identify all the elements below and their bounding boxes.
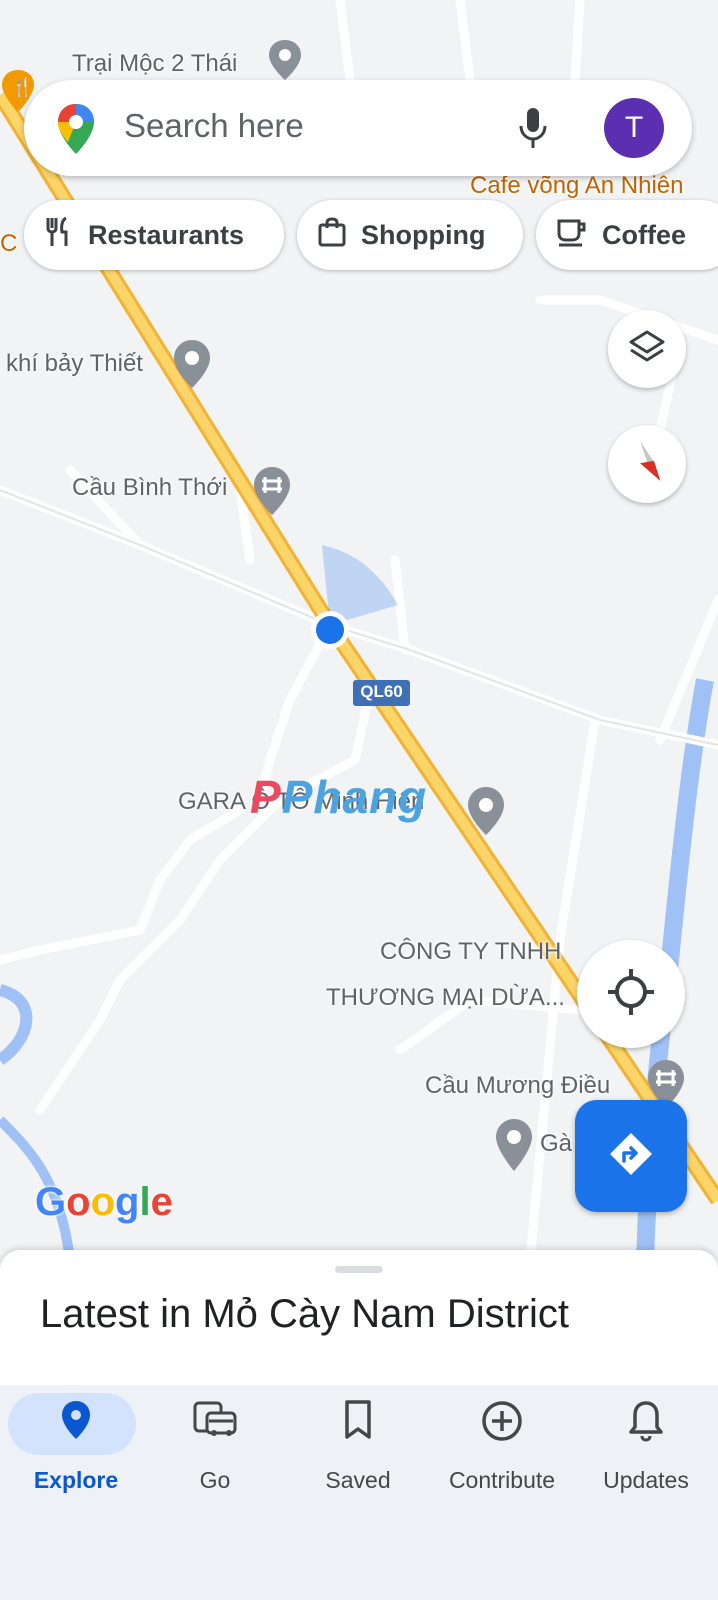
directions-button[interactable] bbox=[575, 1100, 687, 1212]
nav-go[interactable]: Go bbox=[145, 1385, 285, 1525]
nav-label: Go bbox=[199, 1467, 231, 1493]
search-bar[interactable]: Search here T bbox=[24, 80, 692, 176]
compass-icon bbox=[632, 439, 662, 490]
chip-coffee[interactable]: Coffee bbox=[536, 200, 718, 270]
nav-saved[interactable]: Saved bbox=[288, 1385, 428, 1525]
bell-icon bbox=[576, 1399, 716, 1443]
map-pin-icon[interactable] bbox=[494, 1117, 534, 1178]
chip-restaurants[interactable]: Restaurants bbox=[24, 200, 284, 270]
nav-contribute[interactable]: Contribute bbox=[432, 1385, 572, 1525]
place-label-cafe[interactable]: Cafe võng An Nhiên bbox=[470, 172, 683, 200]
shopping-bag-icon bbox=[297, 216, 361, 255]
microphone-icon[interactable] bbox=[516, 106, 550, 155]
chip-label: Coffee bbox=[602, 219, 687, 250]
avatar[interactable]: T bbox=[604, 98, 664, 158]
sheet-title: Latest in Mỏ Cày Nam District bbox=[40, 1292, 570, 1336]
compass-button[interactable] bbox=[608, 425, 686, 503]
place-label-cong-ty-line2[interactable]: THƯƠNG MẠI DỪA... bbox=[326, 984, 565, 1012]
place-label-co-khi[interactable]: khí bảy Thiết bbox=[6, 350, 143, 378]
bridge-pin-icon[interactable] bbox=[252, 465, 292, 522]
nav-updates[interactable]: Updates bbox=[576, 1385, 716, 1525]
chip-label: Shopping bbox=[361, 219, 486, 250]
search-input[interactable]: Search here bbox=[124, 107, 304, 145]
nav-label: Saved bbox=[325, 1467, 391, 1493]
place-label-trai-moc[interactable]: Trại Mộc 2 Thái bbox=[72, 50, 237, 78]
bookmark-icon bbox=[288, 1399, 428, 1441]
nav-explore[interactable]: Explore bbox=[6, 1385, 146, 1525]
commute-icon bbox=[145, 1399, 285, 1441]
map-pin-icon[interactable] bbox=[466, 785, 506, 842]
directions-icon bbox=[608, 1131, 654, 1182]
restaurant-icon bbox=[24, 216, 88, 255]
chip-shopping[interactable]: Shopping bbox=[297, 200, 523, 270]
road-shield-label: QL60 bbox=[360, 682, 403, 701]
coffee-cup-icon bbox=[536, 216, 602, 255]
nav-label: Explore bbox=[33, 1467, 119, 1493]
add-circle-icon bbox=[432, 1399, 572, 1443]
google-maps-logo-icon bbox=[56, 102, 96, 161]
place-label-cau-binh-thoi[interactable]: Cầu Bình Thới bbox=[72, 474, 227, 502]
place-label-ga[interactable]: Gà bbox=[540, 1130, 572, 1158]
google-logo: Google bbox=[35, 1180, 173, 1224]
layers-icon bbox=[628, 328, 666, 371]
place-label-left-c: C bbox=[0, 230, 18, 257]
watermark-logo: PPhang bbox=[250, 771, 428, 823]
my-location-icon bbox=[606, 967, 656, 1022]
nav-label: Updates bbox=[603, 1467, 689, 1493]
explore-pin-icon bbox=[6, 1399, 146, 1441]
svg-text:🍴: 🍴 bbox=[11, 76, 33, 98]
sheet-drag-handle[interactable] bbox=[335, 1266, 383, 1273]
bottom-sheet[interactable]: Latest in Mỏ Cày Nam District bbox=[0, 1250, 718, 1385]
layers-button[interactable] bbox=[608, 310, 686, 388]
my-location-button[interactable] bbox=[577, 940, 685, 1048]
place-label-cau-muong-dieu[interactable]: Cầu Mương Điều bbox=[425, 1072, 610, 1100]
nav-label: Contribute bbox=[448, 1467, 556, 1493]
chip-label: Restaurants bbox=[88, 219, 245, 250]
place-label-cong-ty-line1[interactable]: CÔNG TY TNHH bbox=[380, 938, 561, 966]
bottom-navigation: Explore Go Saved Contribute Updates bbox=[0, 1385, 718, 1600]
map-pin-icon[interactable] bbox=[172, 338, 212, 395]
